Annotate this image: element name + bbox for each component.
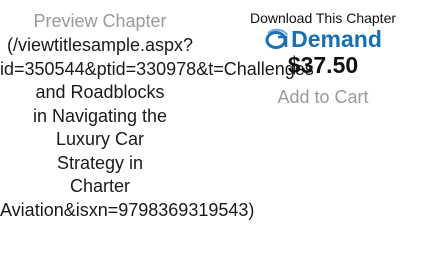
add-to-cart-button[interactable]: Add to Cart (212, 85, 434, 109)
ondemand-brand: Demand (264, 26, 382, 52)
ondemand-logo: Demand (212, 26, 434, 52)
ondemand-brand-text: Demand (291, 26, 382, 52)
download-column: Download This Chapter Demand $37.50 Add … (212, 10, 434, 109)
preview-url-text: (/viewtitlesample.aspx? id=350544&ptid=3… (0, 35, 314, 220)
preview-chapter-link[interactable]: Preview Chapter (0, 9, 200, 33)
chapter-price: $37.50 (287, 52, 359, 78)
ondemand-swirl-icon (265, 28, 289, 49)
preview-column: Preview Chapter (/viewtitlesample.aspx? … (0, 9, 314, 222)
download-heading: Download This Chapter (249, 10, 397, 26)
